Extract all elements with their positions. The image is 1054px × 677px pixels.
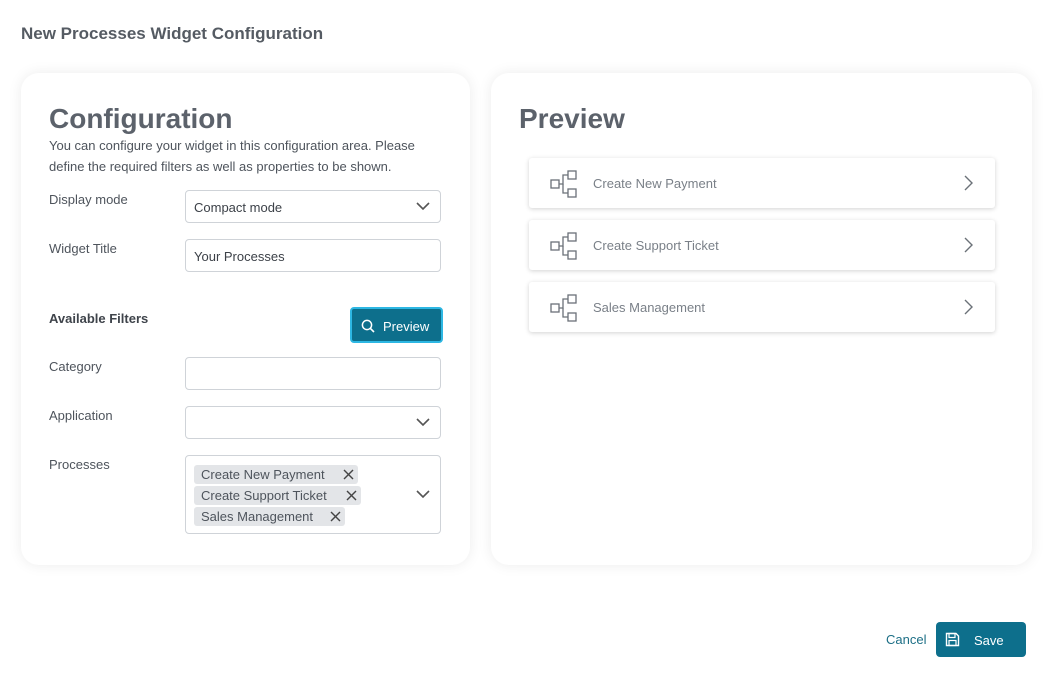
process-tag-label: Create New Payment	[201, 467, 325, 482]
process-list-item-label: Create New Payment	[593, 176, 717, 191]
process-tag: Sales Management	[194, 507, 345, 526]
preview-panel: Preview Create New Payment Create Suppor…	[491, 73, 1032, 565]
cancel-button[interactable]: Cancel	[886, 632, 926, 647]
display-mode-value: Compact mode	[194, 200, 283, 215]
application-select[interactable]	[185, 406, 441, 439]
process-list-item-label: Sales Management	[593, 300, 706, 315]
preview-button[interactable]: Preview	[350, 307, 443, 343]
display-mode-label: Display mode	[49, 192, 128, 207]
process-list-item-label: Create Support Ticket	[593, 238, 719, 253]
category-label: Category	[49, 359, 102, 374]
chevron-right-icon	[964, 237, 973, 253]
process-list-item[interactable]: Create New Payment	[529, 158, 995, 208]
close-icon[interactable]	[346, 490, 357, 501]
search-icon	[361, 319, 375, 333]
configuration-panel: Configuration You can configure your wid…	[21, 73, 470, 565]
configuration-title: Configuration	[49, 103, 233, 134]
category-input[interactable]	[185, 357, 441, 390]
process-tag: Create Support Ticket	[194, 486, 361, 505]
available-filters-heading: Available Filters	[49, 311, 149, 326]
widget-title-label: Widget Title	[49, 241, 117, 256]
process-list-item[interactable]: Sales Management	[529, 282, 995, 332]
chevron-right-icon	[964, 175, 973, 191]
dialog-title: New Processes Widget Configuration	[21, 24, 324, 43]
chevron-down-icon	[416, 418, 430, 427]
process-tag-label: Sales Management	[201, 509, 314, 524]
save-icon	[945, 632, 960, 647]
process-flow-icon	[550, 294, 577, 322]
chevron-down-icon	[416, 490, 430, 499]
processes-label: Processes	[49, 457, 110, 472]
process-tag-label: Create Support Ticket	[201, 488, 327, 503]
widget-title-input[interactable]: Your Processes	[185, 239, 441, 272]
application-label: Application	[49, 408, 113, 423]
preview-button-label: Preview	[383, 319, 430, 334]
process-tag: Create New Payment	[194, 465, 358, 484]
save-button[interactable]: Save	[936, 622, 1026, 657]
chevron-right-icon	[964, 299, 973, 315]
close-icon[interactable]	[343, 469, 354, 480]
processes-multiselect[interactable]: Create New Payment Create Support Ticket…	[185, 455, 441, 534]
configuration-description: You can configure your widget in this co…	[49, 138, 415, 174]
process-flow-icon	[550, 170, 577, 198]
save-button-label: Save	[974, 633, 1004, 648]
process-flow-icon	[550, 232, 577, 260]
widget-title-value: Your Processes	[194, 249, 285, 264]
process-list-item[interactable]: Create Support Ticket	[529, 220, 995, 270]
close-icon[interactable]	[330, 511, 341, 522]
chevron-down-icon	[416, 202, 430, 211]
preview-title: Preview	[519, 103, 625, 134]
display-mode-select[interactable]: Compact mode	[185, 190, 441, 223]
